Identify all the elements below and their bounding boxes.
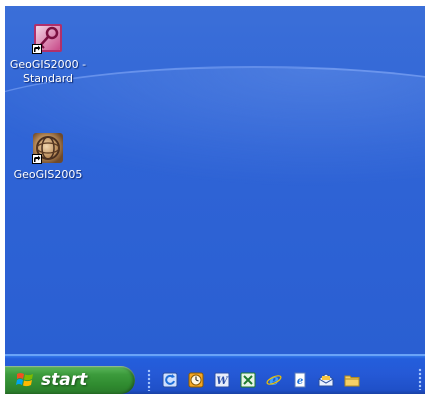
desktop-icon-label: GeoGIS2005 [13, 168, 83, 181]
shortcut-arrow-icon [32, 154, 42, 164]
desktop-icon-label: GeoGIS2000 - Standard [9, 58, 87, 85]
windows-flag-icon [16, 373, 33, 387]
quick-launch-toolbar: W e e [147, 368, 369, 392]
outlook-icon[interactable] [317, 371, 335, 389]
screen: GeoGIS2000 - Standard GeoGIS2005 start W… [5, 6, 425, 394]
geogis-globe-icon [32, 132, 64, 164]
desktop[interactable]: GeoGIS2000 - Standard GeoGIS2005 [5, 6, 425, 354]
internet-explorer-icon[interactable]: e [265, 371, 283, 389]
desktop-icon-geogis2000[interactable]: GeoGIS2000 - Standard [8, 22, 88, 86]
ie-refresh-icon[interactable] [161, 371, 179, 389]
toolbar-grip[interactable] [418, 368, 422, 390]
svg-text:e: e [297, 376, 303, 387]
word-icon[interactable]: W [213, 371, 231, 389]
ie-page-icon[interactable]: e [291, 371, 309, 389]
folder-icon[interactable] [343, 371, 361, 389]
taskbar: start W e e [5, 354, 425, 394]
toolbar-grip[interactable] [147, 369, 151, 391]
svg-text:e: e [269, 372, 279, 388]
access-key-icon [32, 22, 64, 54]
taskbar-edge [5, 354, 425, 356]
shortcut-arrow-icon [32, 44, 42, 54]
start-label: start [41, 370, 88, 390]
excel-icon[interactable] [239, 371, 257, 389]
clock-icon[interactable] [187, 371, 205, 389]
start-button[interactable]: start [5, 366, 135, 394]
desktop-icon-geogis2005[interactable]: GeoGIS2005 [8, 132, 88, 182]
svg-text:W: W [216, 376, 229, 387]
